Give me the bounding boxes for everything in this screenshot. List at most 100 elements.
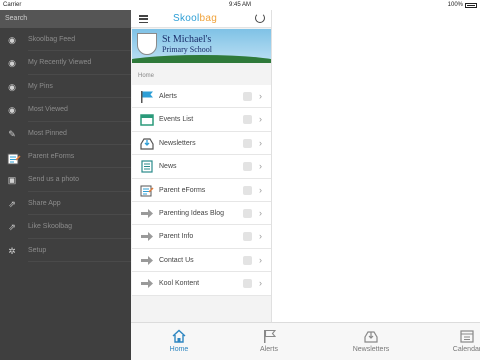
drawer-item-setup[interactable]: ✲ Setup	[0, 239, 131, 262]
drawer-item-label: My Recently Viewed	[28, 59, 92, 67]
pin-toggle[interactable]	[243, 279, 252, 289]
drawer-item-label: My Pins	[28, 82, 53, 90]
tab-label: Calendar	[452, 346, 480, 353]
pin-toggle[interactable]	[243, 232, 252, 242]
rss-icon: ◉	[8, 35, 16, 45]
menu-item-parent-eforms[interactable]: Parent eForms ›	[132, 178, 271, 202]
drawer-item-my-recently-viewed[interactable]: ◉ My Recently Viewed	[0, 51, 131, 75]
menu-item-parenting-ideas-blog[interactable]: Parenting Ideas Blog ›	[132, 201, 271, 226]
arrow-right-icon	[140, 254, 154, 267]
refresh-icon[interactable]	[255, 13, 265, 23]
tab-label: Alerts	[260, 346, 278, 353]
camera-icon: ▣	[7, 175, 17, 186]
drawer-item-label: Like Skoolbag	[28, 223, 72, 231]
form-icon	[7, 152, 21, 165]
tab-bar: Home Alerts Newsletters Calendar	[131, 322, 480, 360]
chevron-right-icon: ›	[259, 137, 262, 148]
drawer-item-share-app[interactable]: ⇗ Share App	[0, 192, 131, 216]
menu-item-parent-info[interactable]: Parent Info ›	[132, 225, 271, 249]
tab-newsletters[interactable]: Newsletters	[341, 323, 401, 360]
drawer-item-label: Share App	[28, 199, 61, 207]
drawer-item-label: Most Pinned	[28, 129, 67, 137]
chevron-right-icon: ›	[259, 278, 262, 289]
drawer-item-send-us-a-photo[interactable]: ▣ Send us a photo	[0, 168, 131, 192]
pin-toggle[interactable]	[243, 162, 252, 172]
school-crest-icon	[137, 33, 157, 55]
drawer-item-like-skoolbag[interactable]: ⇗ Like Skoolbag	[0, 215, 131, 239]
flag-icon	[140, 90, 154, 103]
menu-item-label: Parenting Ideas Blog	[159, 209, 224, 217]
gear-icon: ✲	[8, 245, 16, 256]
calendar-icon	[460, 329, 474, 343]
tab-label: Newsletters	[352, 346, 390, 353]
battery-icon	[465, 3, 477, 8]
menu-item-news[interactable]: News ›	[132, 155, 271, 179]
chevron-right-icon: ›	[259, 114, 262, 125]
eye-icon: ◉	[8, 81, 16, 92]
pin-toggle[interactable]	[243, 255, 252, 265]
tab-calendar[interactable]: Calendar	[437, 323, 480, 360]
drawer-item-parent-eforms[interactable]: Parent eForms	[0, 145, 131, 169]
document-icon	[140, 160, 154, 173]
pin-toggle[interactable]	[243, 208, 252, 218]
drawer-item-label: Send us a photo	[28, 176, 79, 184]
flag-icon	[262, 329, 277, 343]
eye-icon: ◉	[8, 105, 16, 116]
menu-item-label: Parent Info	[159, 233, 194, 241]
skoolbag-logo: Skoolbag	[173, 13, 218, 24]
menu-list: Alerts › Events List › Newsletters › News › Pare…	[132, 85, 271, 296]
school-name-line2: Primary School	[162, 45, 212, 54]
menu-item-label: Newsletters	[159, 139, 196, 147]
arrow-right-icon	[140, 207, 154, 220]
tab-home[interactable]: Home	[149, 323, 209, 360]
section-header: Home	[138, 73, 155, 79]
status-bar: Carrier 9:45 AM 100%	[0, 0, 480, 10]
divider	[28, 260, 131, 262]
inbox-icon	[140, 137, 154, 150]
pin-icon: ✎	[8, 128, 16, 139]
school-banner: St Michael's Primary School	[132, 29, 271, 63]
pin-toggle[interactable]	[243, 92, 252, 101]
side-drawer: Search ◉ Skoolbag Feed ◉ My Recently Viewed…	[0, 10, 131, 360]
calendar-icon	[140, 113, 154, 127]
pin-toggle[interactable]	[243, 138, 252, 148]
drawer-item-label: Skoolbag Feed	[28, 36, 76, 43]
menu-item-alerts[interactable]: Alerts ›	[132, 85, 271, 109]
drawer-item-skoolbag-feed[interactable]: ◉ Skoolbag Feed	[0, 28, 131, 52]
arrow-right-icon	[140, 277, 154, 290]
drawer-item-label: Parent eForms	[28, 152, 75, 160]
main-panel: Skoolbag St Michael's Primary School Hom…	[131, 10, 271, 322]
chevron-right-icon: ›	[259, 184, 262, 195]
school-name-line1: St Michael's	[162, 34, 212, 45]
battery-percent: 100%	[447, 2, 463, 8]
menu-item-label: Alerts	[159, 93, 177, 100]
hamburger-menu-icon[interactable]	[139, 15, 148, 24]
status-time: 9:45 AM	[228, 2, 251, 8]
tab-label: Home	[169, 346, 189, 353]
detail-pane	[271, 10, 480, 322]
drawer-search-bar[interactable]: Search	[0, 10, 131, 28]
menu-item-label: Parent eForms	[159, 186, 206, 194]
top-bar: Skoolbag	[131, 10, 271, 28]
menu-item-newsletters[interactable]: Newsletters ›	[132, 131, 271, 156]
drawer-item-my-pins[interactable]: ◉ My Pins	[0, 75, 131, 99]
pin-toggle[interactable]	[243, 115, 252, 125]
pin-toggle[interactable]	[243, 185, 252, 195]
share-icon: ⇗	[8, 198, 16, 209]
menu-item-label: Events List	[159, 116, 194, 124]
menu-item-contact-us[interactable]: Contact Us ›	[132, 248, 271, 273]
chevron-right-icon: ›	[259, 161, 262, 172]
inbox-icon	[364, 329, 378, 343]
chevron-right-icon: ›	[259, 207, 262, 218]
drawer-item-most-viewed[interactable]: ◉ Most Viewed	[0, 98, 131, 122]
menu-item-kool-kontent[interactable]: Kool Kontent ›	[132, 272, 271, 296]
tab-alerts[interactable]: Alerts	[239, 323, 299, 360]
home-icon	[172, 329, 186, 343]
chevron-right-icon: ›	[259, 91, 262, 101]
arrow-right-icon	[140, 230, 154, 243]
menu-item-events-list[interactable]: Events List ›	[132, 108, 271, 132]
drawer-item-most-pinned[interactable]: ✎ Most Pinned	[0, 122, 131, 145]
menu-item-label: Kool Kontent	[159, 280, 200, 288]
drawer-item-label: Setup	[28, 246, 47, 254]
drawer-item-label: Most Viewed	[28, 106, 68, 114]
